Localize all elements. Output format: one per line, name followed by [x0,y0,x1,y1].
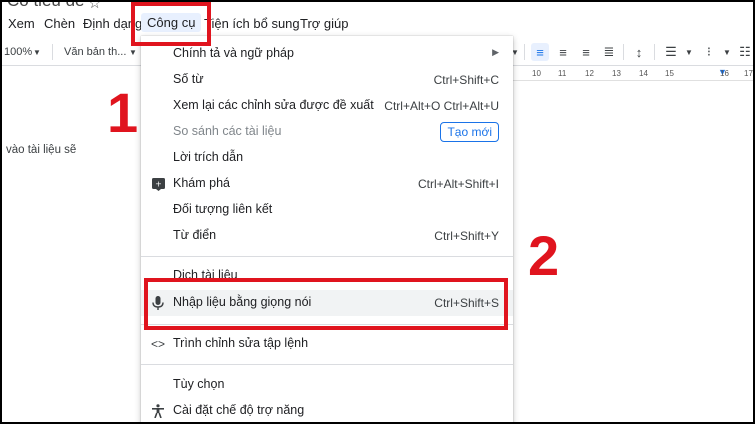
bulleted-list-icon[interactable]: ⁝ [700,43,718,61]
ruler-tick: 10 [532,69,541,78]
menu-divider [141,364,513,365]
ruler-tick: 16 [720,69,729,78]
numbered-list-icon[interactable]: ☷ [736,43,754,61]
explore-icon: + [150,176,166,192]
align-center-icon[interactable]: ≡ [554,43,572,61]
star-icon[interactable]: ☆ [88,0,101,12]
toolbar-divider [654,44,655,60]
toolbar-divider [52,44,53,60]
menu-item-label: Trình chỉnh sửa tập lệnh [173,336,309,350]
ruler-tick: 11 [558,69,567,78]
document-body-text[interactable]: vào tài liệu sẽ [6,144,76,156]
menu-item-label: Xem lại các chỉnh sửa được đề xuất [173,98,374,112]
menu-bar: Xem Chèn Định dạng Công cụ Tiện ích bổ s… [0,13,755,35]
menu-divider [141,324,513,325]
align-left-icon[interactable]: ≡ [531,43,549,61]
menu-help[interactable]: Trợ giúp [300,15,349,32]
menu-item-label: Tùy chọn [173,377,225,391]
step-number-2: 2 [528,224,560,287]
menu-item-label: Dịch tài liệu [173,268,238,282]
menu-item-shortcut: Ctrl+Shift+S [434,296,499,310]
menu-item-label: Khám phá [173,176,230,190]
chevron-down-icon[interactable]: ▼ [680,43,698,61]
menu-item-label: Số từ [173,72,204,86]
menu-item-label: So sánh các tài liệu [173,124,282,138]
menu-item-accessibility-settings[interactable]: Cài đặt chế độ trợ năng [141,399,513,423]
ruler-tick: 12 [585,69,594,78]
menu-item-shortcut: Ctrl+Shift+Y [434,229,499,243]
checklist-icon[interactable]: ☰ [662,43,680,61]
menu-item-preferences[interactable]: Tùy chọn [141,373,513,397]
align-right-icon[interactable]: ≡ [577,43,595,61]
ruler-tick: 13 [612,69,621,78]
menu-addons[interactable]: Tiện ích bổ sung [204,15,300,32]
menu-divider [141,256,513,257]
accessibility-icon [150,403,166,419]
menu-item-shortcut: Ctrl+Alt+O Ctrl+Alt+U [384,99,499,113]
menu-item-shortcut: Ctrl+Alt+Shift+I [417,177,499,191]
ruler-tick: 17 [744,69,753,78]
chevron-down-icon[interactable]: ▼ [718,43,736,61]
toolbar-divider [524,44,525,60]
menu-tools[interactable]: Công cụ [141,13,202,32]
menu-item-word-count[interactable]: Số từ Ctrl+Shift+C [141,68,513,92]
chevron-down-icon[interactable]: ▼ [28,43,46,61]
step-number-1: 1 [107,81,139,144]
menu-item-label: Chính tả và ngữ pháp [173,46,294,60]
menu-insert[interactable]: Chèn [44,15,75,32]
menu-view[interactable]: Xem [8,15,35,32]
ruler-tick: 14 [639,69,648,78]
toolbar-divider [623,44,624,60]
ruler-tick: 15 [665,69,674,78]
menu-item-script-editor[interactable]: <> Trình chỉnh sửa tập lệnh [141,332,513,356]
code-icon: <> [150,337,165,351]
svg-text:+: + [155,179,162,188]
menu-item-explore[interactable]: + Khám phá Ctrl+Alt+Shift+I [141,172,513,196]
menu-item-spelling-grammar[interactable]: Chính tả và ngữ pháp ▶ [141,42,513,66]
chevron-down-icon[interactable]: ▼ [124,43,142,61]
menu-item-label: Cài đặt chế độ trợ năng [173,403,305,417]
menu-item-label: Từ điển [173,228,217,242]
menu-item-compare-documents[interactable]: So sánh các tài liệu Tạo mới [141,120,513,144]
menu-item-citations[interactable]: Lời trích dẫn [141,146,513,170]
submenu-arrow-icon: ▶ [492,47,499,57]
menu-item-label: Nhập liệu bằng giọng nói [173,295,312,309]
menu-item-voice-typing[interactable]: Nhập liệu bằng giọng nói Ctrl+Shift+S [141,290,513,316]
line-spacing-icon[interactable]: ↕ [630,43,648,61]
ruler: 10 11 12 13 14 15 ▼ 16 17 [512,66,755,81]
menu-item-label: Lời trích dẫn [173,150,244,164]
menu-format[interactable]: Định dạng [83,15,142,32]
menu-item-review-edits[interactable]: Xem lại các chỉnh sửa được đề xuất Ctrl+… [141,94,513,118]
align-justify-icon[interactable]: ≣ [600,43,618,61]
menu-item-translate-document[interactable]: Dịch tài liệu [141,264,513,288]
tools-menu: Chính tả và ngữ pháp ▶ Số từ Ctrl+Shift+… [141,36,513,424]
microphone-icon [150,295,166,311]
paragraph-style-select[interactable]: Văn bản th... [64,46,126,58]
document-title[interactable]: Cổ tiêu đề [7,0,85,11]
new-badge: Tạo mới [440,122,499,142]
menu-item-label: Đối tượng liên kết [173,202,273,216]
menu-item-linked-objects[interactable]: Đối tượng liên kết [141,198,513,222]
menu-item-shortcut: Ctrl+Shift+C [433,73,499,87]
menu-item-dictionary[interactable]: Từ điển Ctrl+Shift+Y [141,224,513,248]
